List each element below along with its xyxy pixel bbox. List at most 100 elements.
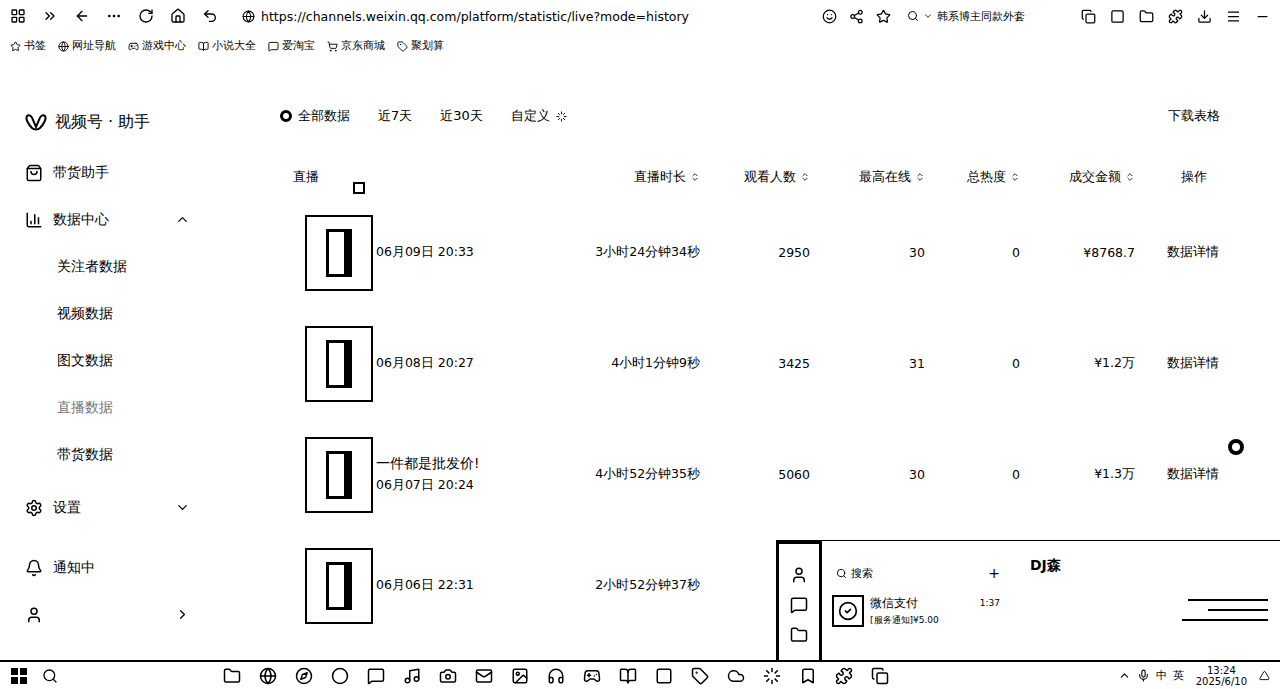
live-cover: [305, 437, 373, 513]
sidebar-subitem[interactable]: 带货数据: [25, 431, 190, 478]
filter-option[interactable]: 近30天: [440, 107, 483, 125]
chat-item[interactable]: 微信支付1:37[服务通知]¥5.00: [832, 595, 1000, 627]
app-icon: [511, 667, 529, 685]
tabs-grid-icon[interactable]: [10, 8, 26, 24]
emoji-icon[interactable]: [822, 9, 837, 24]
taskbar-app[interactable]: [258, 666, 278, 686]
taskbar-search-icon[interactable]: [42, 668, 58, 684]
details-link[interactable]: 数据详情: [1145, 244, 1240, 261]
column-header[interactable]: 观看人数: [710, 169, 820, 186]
select-box[interactable]: [353, 182, 365, 194]
sidebar-subitem[interactable]: 直播数据: [25, 384, 190, 431]
filter-option[interactable]: 近7天: [378, 107, 412, 125]
sidebar-item[interactable]: 设置: [25, 484, 190, 531]
chevron-right-icon: [175, 607, 190, 622]
floating-button[interactable]: [1228, 439, 1244, 455]
add-button[interactable]: +: [988, 565, 1000, 581]
search-box[interactable]: 韩系博主同款外套: [907, 9, 1025, 24]
taskbar-app[interactable]: [582, 666, 602, 686]
expand-icon[interactable]: [42, 8, 58, 24]
undo-icon[interactable]: [202, 8, 218, 24]
account-item[interactable]: [25, 591, 190, 638]
taskbar-app[interactable]: [762, 666, 782, 686]
clock[interactable]: 13:242025/6/10: [1196, 665, 1247, 687]
sort-icon: [1125, 172, 1135, 182]
taskbar-app[interactable]: [618, 666, 638, 686]
bookmark-icon: [397, 41, 408, 52]
download-table-link[interactable]: 下载表格: [1168, 107, 1220, 125]
download-icon[interactable]: [1197, 9, 1212, 24]
folder-icon[interactable]: [1139, 9, 1154, 24]
details-link[interactable]: 数据详情: [1145, 466, 1240, 483]
address-bar[interactable]: https://channels.weixin.qq.com/platform/…: [242, 9, 689, 24]
ime-indicator[interactable]: 中: [1156, 668, 1167, 683]
sidebar-item[interactable]: 带货助手: [25, 149, 190, 196]
bookmark-item[interactable]: 聚划算: [397, 39, 444, 53]
bookmark-item[interactable]: 京东商城: [327, 39, 385, 53]
filter-option[interactable]: 自定义: [511, 107, 567, 125]
sidebar-item-icon: [25, 211, 43, 229]
bookmark-item[interactable]: 小说大全: [198, 39, 256, 53]
column-header[interactable]: 最高在线: [820, 169, 935, 186]
bookmark-item[interactable]: 书签: [10, 39, 46, 53]
taskbar-app[interactable]: [402, 666, 422, 686]
ime-indicator[interactable]: 英: [1173, 668, 1184, 683]
column-header[interactable]: 成交金额: [1030, 169, 1145, 186]
details-link[interactable]: 数据详情: [1145, 355, 1240, 372]
filter-option[interactable]: 全部数据: [280, 107, 350, 125]
app-icon: [367, 667, 385, 685]
taskbar-app[interactable]: [726, 666, 746, 686]
taskbar-app[interactable]: [798, 666, 818, 686]
chat-search[interactable]: 搜索+: [832, 565, 1000, 581]
amount-cell: ¥1.2万: [1030, 355, 1145, 372]
menu-icon[interactable]: [1226, 9, 1241, 24]
sidebar-subitem[interactable]: 图文数据: [25, 337, 190, 384]
sidebar-subitem[interactable]: 视频数据: [25, 290, 190, 337]
chat-pane: DJ森: [1010, 541, 1280, 660]
column-header: 直播: [280, 169, 560, 186]
bookmark-icon: [58, 41, 69, 52]
taskbar-app[interactable]: [654, 666, 674, 686]
taskbar-app[interactable]: [438, 666, 458, 686]
bookmark-item[interactable]: 游戏中心: [128, 39, 186, 53]
bookmark-item[interactable]: 爱淘宝: [268, 39, 315, 53]
reload-icon[interactable]: [138, 8, 154, 24]
table-row: 06月08日 20:274小时1分钟9秒3425310¥1.2万数据详情: [280, 308, 1240, 419]
windows-start-icon[interactable]: [10, 667, 28, 685]
url-text: https://channels.weixin.qq.com/platform/…: [261, 9, 689, 24]
favorite-star-icon[interactable]: [876, 9, 891, 24]
wechat-nav-icon[interactable]: [790, 596, 808, 614]
back-arrow-icon[interactable]: [74, 8, 90, 24]
sidebar-item[interactable]: 通知中: [25, 544, 190, 591]
tray-expand-icon[interactable]: [1118, 669, 1131, 682]
taskbar-app[interactable]: [690, 666, 710, 686]
taskbar-app[interactable]: [366, 666, 386, 686]
taskbar-app[interactable]: [330, 666, 350, 686]
home-icon[interactable]: [170, 8, 186, 24]
taskbar-app[interactable]: [510, 666, 530, 686]
taskbar-app[interactable]: [474, 666, 494, 686]
minimize-icon[interactable]: [1255, 9, 1270, 24]
taskbar-app[interactable]: [870, 666, 890, 686]
window-icon[interactable]: [1110, 9, 1125, 24]
taskbar-app[interactable]: [222, 666, 242, 686]
taskbar-app[interactable]: [834, 666, 854, 686]
notification-icon[interactable]: [1259, 670, 1270, 681]
live-cell: 06月09日 20:33: [280, 215, 560, 291]
sidebar-item[interactable]: 数据中心: [25, 196, 190, 243]
more-icon[interactable]: [106, 8, 122, 24]
extension-icon[interactable]: [1168, 9, 1183, 24]
table-row: 一件都是批发价!06月07日 20:244小时52分钟35秒5060300¥1.…: [280, 419, 1240, 530]
column-header[interactable]: 直播时长: [560, 169, 710, 186]
sidebar-subitem[interactable]: 关注者数据: [25, 243, 190, 290]
app-icon: [871, 667, 889, 685]
app-icon: [295, 667, 313, 685]
copy-icon[interactable]: [1081, 9, 1096, 24]
wechat-nav-icon[interactable]: [790, 566, 808, 584]
wechat-nav-icon[interactable]: [790, 626, 808, 644]
column-header[interactable]: 总热度: [935, 169, 1030, 186]
taskbar-app[interactable]: [294, 666, 314, 686]
share-icon[interactable]: [849, 9, 864, 24]
taskbar-app[interactable]: [546, 666, 566, 686]
bookmark-item[interactable]: 网址导航: [58, 39, 116, 53]
